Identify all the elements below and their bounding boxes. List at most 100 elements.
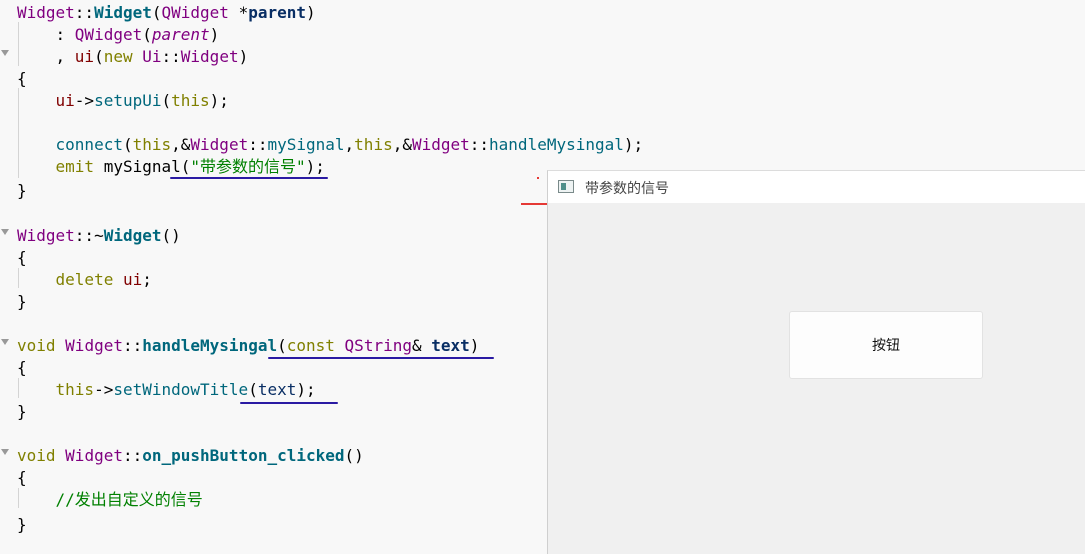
code-token: ( [142, 25, 152, 44]
code-token: ); [209, 91, 229, 110]
code-token: text [431, 336, 470, 355]
code-line-5[interactable]: ui->setupUi(this); [17, 90, 229, 112]
code-token: :: [122, 446, 143, 465]
code-line-9[interactable]: Widget::~Widget() [17, 225, 181, 247]
fold-marker[interactable] [1, 449, 9, 455]
window-app-icon [558, 180, 574, 193]
code-token: handleMysingal [142, 336, 278, 355]
push-button[interactable]: 按钮 [789, 311, 983, 379]
code-line-8[interactable]: } [17, 180, 27, 202]
code-line-3[interactable]: , ui(new Ui::Widget) [17, 46, 249, 68]
annotation-underline [170, 177, 328, 179]
code-token: ( [161, 91, 172, 110]
code-token: "带参数的信号" [190, 157, 306, 176]
code-line-16[interactable]: } [17, 401, 27, 423]
code-token: emit [55, 157, 95, 176]
code-line-18[interactable]: { [17, 467, 27, 489]
code-line-19[interactable]: //发出自定义的信号 [17, 489, 203, 511]
code-line-4[interactable]: { [17, 68, 27, 90]
code-token: void [17, 336, 56, 355]
annotation-dot [537, 177, 539, 179]
code-line-7[interactable]: emit mySignal("带参数的信号"); [17, 156, 325, 178]
code-token: { [17, 358, 27, 377]
annotation-underline [268, 357, 494, 359]
code-token: :: [122, 336, 143, 355]
code-token: Widget [17, 3, 75, 22]
code-token: Widget [17, 226, 75, 245]
code-token: ) [306, 3, 316, 22]
fold-marker[interactable] [1, 229, 9, 235]
code-comment: //发出自定义的信号 [55, 490, 203, 509]
code-token: QWidget [74, 25, 143, 44]
code-token: & [411, 336, 432, 355]
code-line-11[interactable]: delete ui; [17, 269, 152, 291]
code-token: : [17, 25, 75, 44]
code-token: ,& [171, 135, 191, 154]
code-line-2[interactable]: : QWidget(parent) [17, 24, 220, 46]
code-token: } [17, 402, 27, 421]
code-line-14[interactable]: { [17, 357, 27, 379]
code-token: :: [74, 3, 95, 22]
code-token: new [103, 47, 133, 66]
code-line-13[interactable]: void Widget::handleMysingal(const QStrin… [17, 335, 479, 357]
code-token: , [17, 47, 75, 66]
app-window[interactable]: 带参数的信号 按钮 [547, 170, 1085, 554]
code-token: -> [94, 380, 114, 399]
code-line-12[interactable]: } [17, 291, 27, 313]
code-token: setupUi [94, 91, 162, 110]
code-token: , [344, 135, 355, 154]
code-token: mySignal( [94, 157, 191, 176]
code-token: ) [209, 25, 220, 44]
code-line-6[interactable]: connect(this,&Widget::mySignal,this,&Wid… [17, 134, 644, 156]
code-line-20[interactable]: } [17, 514, 27, 536]
code-token: ui [55, 91, 75, 110]
code-token: const [286, 336, 335, 355]
code-line-1[interactable]: Widget::Widget(QWidget *parent) [17, 2, 316, 24]
code-token: ; [142, 270, 152, 289]
code-token: setWindowTitle [113, 380, 249, 399]
code-line-17[interactable]: void Widget::on_pushButton_clicked() [17, 445, 364, 467]
code-token: QWidget [161, 3, 229, 22]
code-token: parent [151, 25, 210, 44]
code-token: ui [122, 270, 143, 289]
code-token: on_pushButton_clicked [142, 446, 345, 465]
code-token: * [228, 3, 249, 22]
code-line-10[interactable]: { [17, 247, 27, 269]
fold-marker[interactable] [1, 50, 9, 56]
code-token: Widget [411, 135, 470, 154]
code-token: this [171, 91, 210, 110]
code-token: handleMysingal [489, 135, 624, 154]
code-token: ui [74, 47, 95, 66]
code-token: { [17, 248, 27, 267]
window-titlebar[interactable]: 带参数的信号 [548, 171, 1085, 203]
code-token: Widget [103, 226, 162, 245]
code-token: ( [277, 336, 287, 355]
annotation-underline [240, 402, 338, 404]
code-token: ,& [392, 135, 412, 154]
code-token: Widget [94, 3, 152, 22]
code-token: mySignal [267, 135, 345, 154]
code-token: ); [296, 380, 316, 399]
code-token: ); [623, 135, 644, 154]
code-token: :: [248, 135, 268, 154]
code-token: ( [122, 135, 133, 154]
code-token: Widget [65, 446, 123, 465]
code-token: ); [305, 157, 325, 176]
code-token: } [17, 181, 27, 200]
code-token: ( [248, 380, 258, 399]
code-line-15[interactable]: this->setWindowTitle(text); [17, 379, 316, 401]
code-token: this [354, 135, 393, 154]
fold-marker[interactable] [1, 339, 9, 345]
code-token: ) [469, 336, 480, 355]
code-token: ( [94, 47, 104, 66]
code-token: Widget [180, 47, 239, 66]
code-token: void [17, 446, 56, 465]
code-token: parent [248, 3, 306, 22]
